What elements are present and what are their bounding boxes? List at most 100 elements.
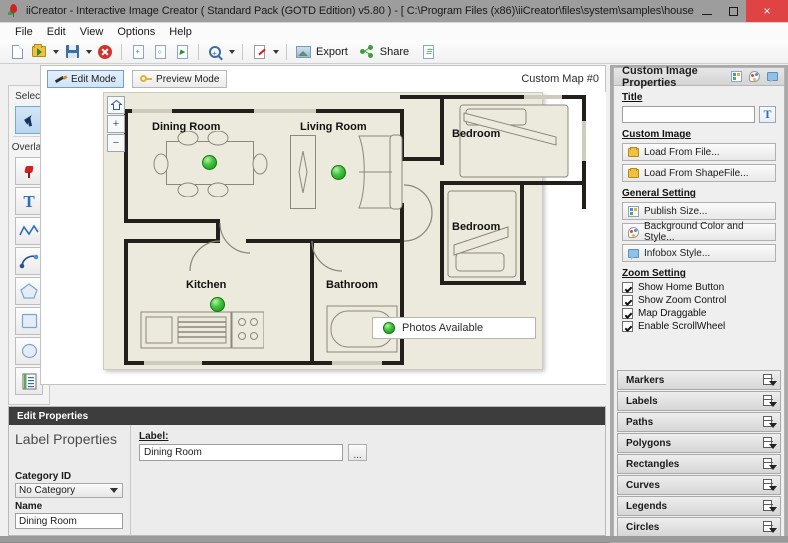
- grid-dropdown-icon[interactable]: [763, 520, 777, 534]
- tool-polygon[interactable]: [15, 277, 43, 305]
- tool-select[interactable]: [15, 106, 43, 134]
- grid-dropdown-icon[interactable]: [763, 499, 777, 513]
- accordion-list: Markers Labels Paths Polygons Rectangles…: [614, 369, 784, 540]
- marker-kitchen[interactable]: [210, 297, 225, 312]
- accordion-rectangles[interactable]: Rectangles: [617, 454, 781, 474]
- accordion-polygons[interactable]: Polygons: [617, 433, 781, 453]
- room-label-kitchen: Kitchen: [186, 279, 227, 291]
- new-page-button[interactable]: +: [128, 42, 148, 62]
- category-id-value: No Category: [19, 485, 76, 496]
- zoom-in-button[interactable]: +: [107, 115, 125, 133]
- grid-dropdown-icon[interactable]: [763, 415, 777, 429]
- share-nodes-icon: [359, 45, 374, 58]
- zoom-dropdown[interactable]: [226, 42, 237, 62]
- edit-doc-dropdown[interactable]: [270, 42, 281, 62]
- accordion-polygons-label: Polygons: [626, 437, 672, 449]
- tool-rectangle[interactable]: [15, 307, 43, 335]
- save-button[interactable]: [62, 42, 82, 62]
- new-document-button[interactable]: [7, 42, 27, 62]
- accordion-circles[interactable]: Circles: [617, 517, 781, 537]
- minimize-button[interactable]: [694, 0, 720, 22]
- infobox-style-button[interactable]: Infobox Style...: [622, 244, 776, 262]
- load-from-file-button[interactable]: Load From File...: [622, 143, 776, 161]
- title-font-button[interactable]: T: [759, 106, 776, 123]
- toolbar-separator: [242, 43, 243, 60]
- maximize-button[interactable]: [720, 0, 746, 22]
- title-input[interactable]: [622, 106, 755, 123]
- marker-dining-room[interactable]: [202, 155, 217, 170]
- floppy-disk-icon: [65, 45, 79, 58]
- accordion-paths[interactable]: Paths: [617, 412, 781, 432]
- wall: [400, 203, 404, 285]
- infobox-style-icon[interactable]: [765, 70, 780, 84]
- zoom-button[interactable]: +: [205, 42, 225, 62]
- app-pin-icon: [6, 3, 22, 19]
- export-button-label[interactable]: Export: [316, 46, 348, 58]
- open-file-dropdown[interactable]: [50, 42, 61, 62]
- marker-living-room[interactable]: [331, 165, 346, 180]
- background-color-style-button[interactable]: Background Color and Style...: [622, 221, 776, 243]
- canvas-card: Edit Mode Preview Mode Custom Map #0 + −…: [40, 65, 606, 385]
- close-document-button[interactable]: [95, 42, 115, 62]
- accordion-legends[interactable]: Legends: [617, 496, 781, 516]
- kitchen-counter: [140, 311, 264, 349]
- map-pin-icon: [24, 165, 34, 178]
- tool-legend[interactable]: [15, 367, 43, 395]
- export-button-icon[interactable]: [293, 42, 313, 62]
- tool-path[interactable]: [15, 217, 43, 245]
- accordion-curves[interactable]: Curves: [617, 475, 781, 495]
- share-button-icon[interactable]: [357, 42, 377, 62]
- home-button[interactable]: [107, 96, 125, 114]
- category-id-select[interactable]: No Category: [15, 483, 123, 498]
- title-row: T: [622, 106, 776, 123]
- category-id-label: Category ID: [15, 471, 72, 482]
- label-browse-button[interactable]: ...: [348, 444, 367, 461]
- enable-scrollwheel-checkbox[interactable]: Enable ScrollWheel: [622, 321, 776, 332]
- checkbox-icon: [622, 321, 633, 332]
- menu-edit[interactable]: Edit: [40, 25, 73, 39]
- tool-marker[interactable]: [15, 157, 43, 185]
- accordion-markers[interactable]: Markers: [617, 370, 781, 390]
- label-input[interactable]: Dining Room: [139, 444, 343, 461]
- load-from-shapefile-button[interactable]: Load From ShapeFile...: [622, 164, 776, 182]
- menu-view[interactable]: View: [73, 25, 111, 39]
- grid-dropdown-icon[interactable]: [763, 394, 777, 408]
- grid-dropdown-icon[interactable]: [763, 436, 777, 450]
- accordion-labels[interactable]: Labels: [617, 391, 781, 411]
- show-home-button-checkbox[interactable]: Show Home Button: [622, 282, 776, 293]
- background-style-icon[interactable]: [747, 70, 762, 84]
- edit-mode-button[interactable]: Edit Mode: [47, 70, 125, 88]
- floorplan-image[interactable]: + − Dining Room Living Room Bedroom Bedr…: [103, 92, 586, 370]
- tv-detail: [298, 151, 308, 193]
- close-button[interactable]: ×: [746, 0, 788, 22]
- home-icon: [110, 100, 122, 110]
- preview-page-button[interactable]: ○: [150, 42, 170, 62]
- map-legend[interactable]: Photos Available: [372, 317, 536, 339]
- publish-size-icon[interactable]: [729, 70, 744, 84]
- menu-options[interactable]: Options: [110, 25, 162, 39]
- save-dropdown[interactable]: [83, 42, 94, 62]
- open-file-button[interactable]: [29, 42, 49, 62]
- map-draggable-checkbox[interactable]: Map Draggable: [622, 308, 776, 319]
- edit-doc-button[interactable]: [249, 42, 269, 62]
- menu-help[interactable]: Help: [162, 25, 199, 39]
- grid-dropdown-icon[interactable]: [763, 478, 777, 492]
- menu-file[interactable]: File: [8, 25, 40, 39]
- zoom-out-button[interactable]: −: [107, 134, 125, 152]
- tool-curve[interactable]: [15, 247, 43, 275]
- name-input[interactable]: Dining Room: [15, 513, 123, 529]
- map-viewport[interactable]: + − Dining Room Living Room Bedroom Bedr…: [42, 92, 606, 384]
- grid-dropdown-icon[interactable]: [763, 373, 777, 387]
- show-zoom-control-checkbox[interactable]: Show Zoom Control: [622, 295, 776, 306]
- accordion-legends-label: Legends: [626, 500, 668, 512]
- document-properties-icon: ☰: [422, 44, 434, 59]
- document-properties-button[interactable]: ☰: [418, 42, 438, 62]
- share-button-label[interactable]: Share: [380, 46, 409, 58]
- page-search-icon: ○: [154, 44, 166, 59]
- publish-size-button[interactable]: Publish Size...: [622, 202, 776, 220]
- tool-circle[interactable]: [15, 337, 43, 365]
- export-page-button[interactable]: ▶: [172, 42, 192, 62]
- tool-label[interactable]: T: [15, 187, 43, 215]
- preview-mode-button[interactable]: Preview Mode: [132, 70, 228, 88]
- grid-dropdown-icon[interactable]: [763, 457, 777, 471]
